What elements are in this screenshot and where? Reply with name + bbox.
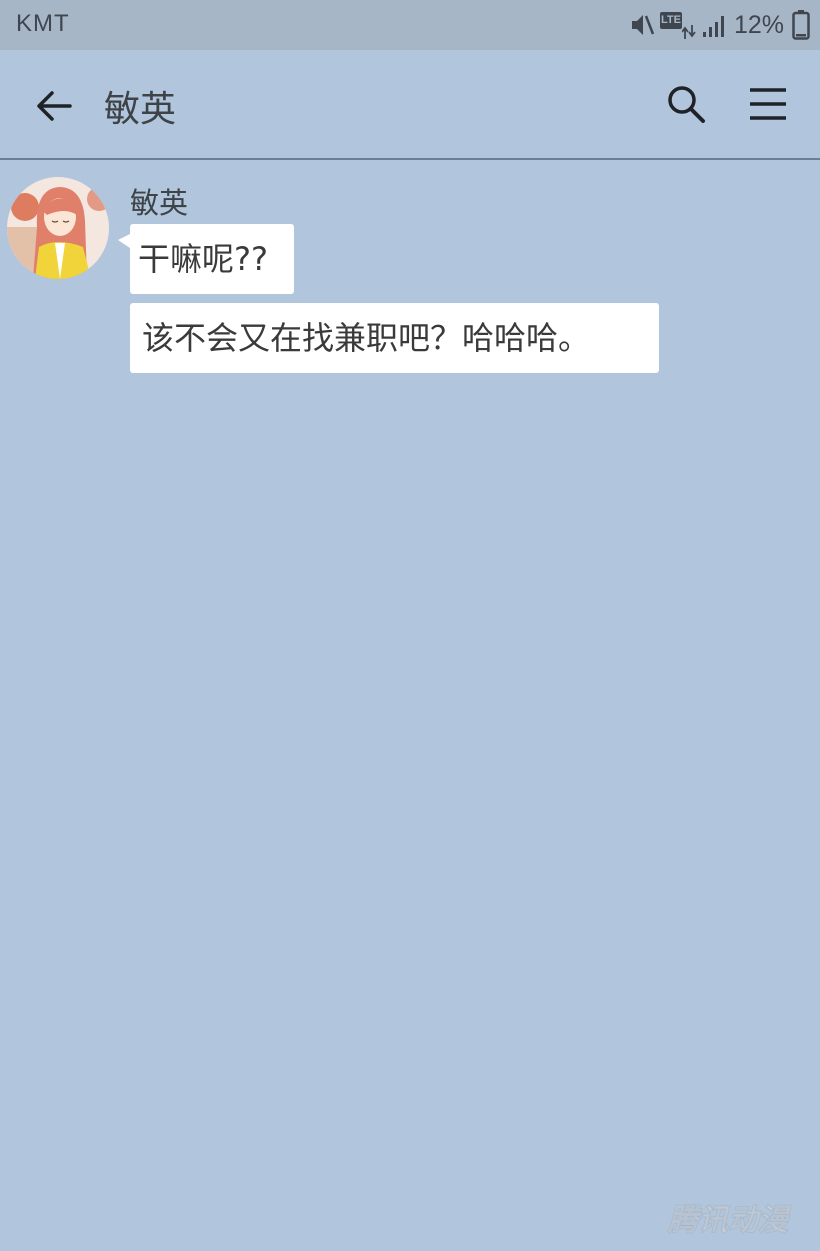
sender-name: 敏英 bbox=[130, 186, 189, 220]
status-bar: KMT LTE 12% bbox=[0, 0, 820, 50]
back-button[interactable] bbox=[32, 84, 76, 128]
carrier-label: KMT bbox=[16, 10, 70, 37]
status-icons: LTE 12% bbox=[630, 9, 810, 41]
battery-percent: 12% bbox=[733, 10, 784, 39]
menu-icon bbox=[750, 88, 786, 120]
avatar[interactable] bbox=[7, 177, 109, 279]
battery-icon bbox=[792, 10, 810, 40]
lte-icon: LTE bbox=[659, 10, 696, 40]
chat-title: 敏英 bbox=[104, 89, 177, 130]
search-button[interactable] bbox=[664, 82, 708, 126]
watermark-logo: 腾讯动漫 bbox=[668, 1203, 789, 1239]
mute-icon bbox=[631, 15, 654, 35]
search-icon bbox=[668, 86, 705, 123]
back-arrow-icon bbox=[37, 91, 72, 121]
message-bubble[interactable]: 该不会又在找兼职吧？哈哈哈。 bbox=[130, 303, 659, 373]
app-bar: 敏英 bbox=[0, 50, 820, 160]
signal-icon bbox=[702, 16, 724, 37]
avatar-girl-illustration bbox=[7, 177, 109, 279]
menu-button[interactable] bbox=[746, 84, 790, 124]
message-bubble[interactable]: 干嘛呢?? bbox=[118, 224, 294, 294]
lte-label: LTE bbox=[659, 12, 682, 29]
